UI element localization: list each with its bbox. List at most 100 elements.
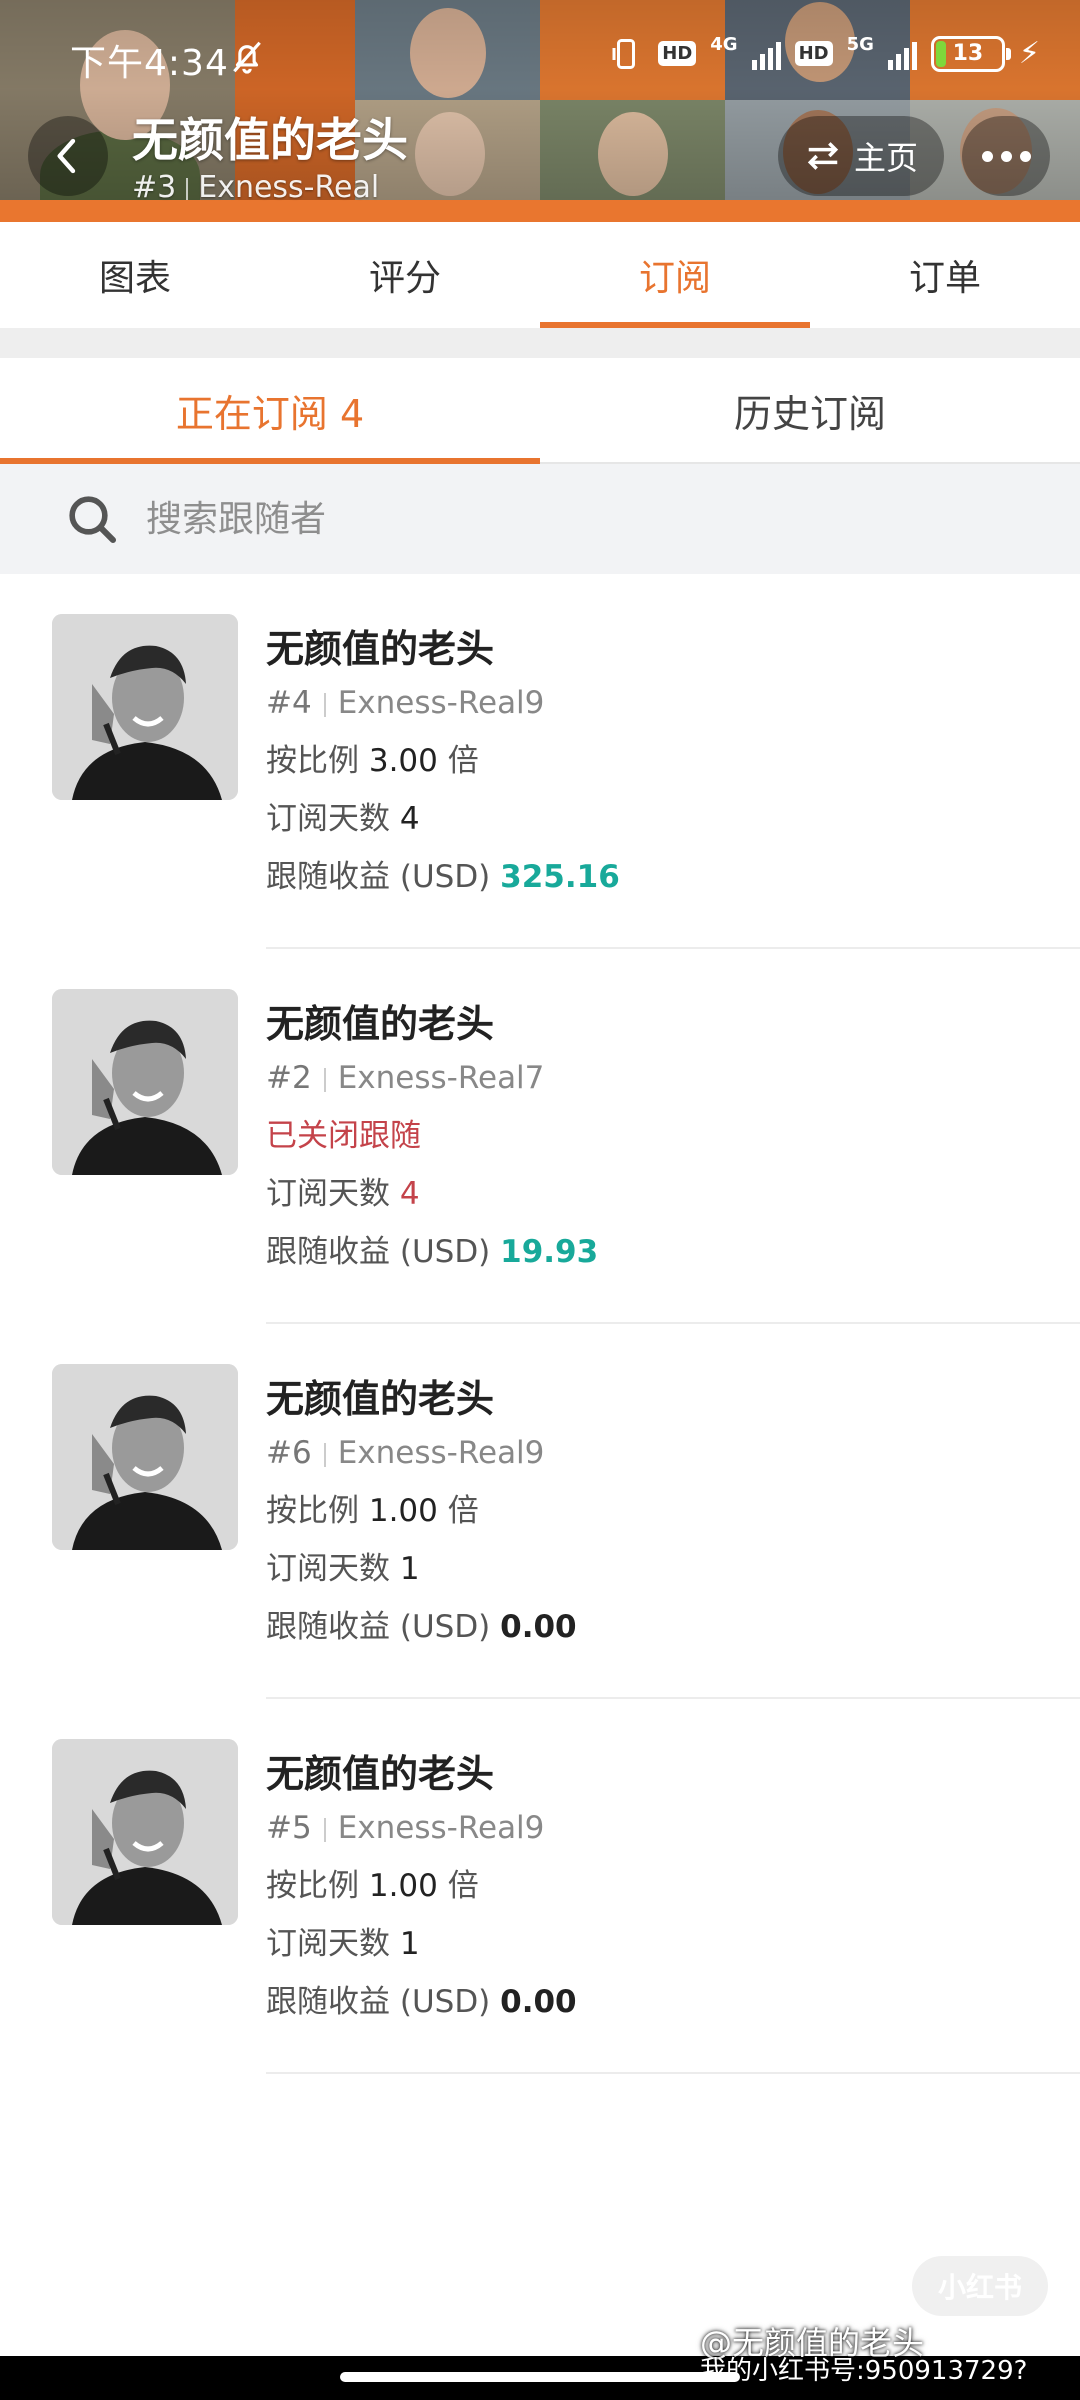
tab-subscription[interactable]: 订阅	[540, 222, 810, 328]
network-label: 4G	[710, 34, 738, 55]
item-account: Exness-Real9	[337, 1810, 545, 1846]
list-item[interactable]: 无颜值的老头 #4 Exness-Real9 按比例 3.00 倍 订阅天数 4 …	[0, 574, 1080, 949]
item-meta: #5 Exness-Real9	[266, 1799, 1080, 1857]
item-meta: #2 Exness-Real7	[266, 1049, 1080, 1107]
back-button[interactable]	[28, 116, 108, 196]
tab-chart[interactable]: 图表	[0, 222, 270, 328]
item-name: 无颜值的老头	[266, 627, 495, 671]
item-name: 无颜值的老头	[266, 1377, 495, 1421]
sub-tabs: 正在订阅 4 历史订阅	[0, 358, 1080, 464]
tab-active-subscriptions[interactable]: 正在订阅 4	[0, 358, 540, 464]
watermark-logo: 小红书	[912, 2256, 1048, 2316]
page-title: 无颜值的老头	[132, 113, 408, 167]
page-subtitle: #3 Exness-Real	[132, 170, 379, 205]
list-item[interactable]: 无颜值的老头 #2 Exness-Real7 已关闭跟随 订阅天数 4 跟随收益 …	[0, 949, 1080, 1324]
item-rank: #5	[266, 1810, 312, 1846]
more-button[interactable]	[962, 116, 1050, 196]
ratio-unit: 倍	[447, 1493, 479, 1529]
home-indicator[interactable]	[340, 2372, 740, 2382]
days-value: 1	[399, 1926, 420, 1962]
bell-muted-icon	[233, 41, 261, 74]
more-dot-icon	[1000, 150, 1012, 162]
header: 下午4:34 HD 4G HD 5G 13 ⚡ 无颜值的老头 #3 Exness…	[0, 0, 1080, 222]
item-days-row: 订阅天数 4	[266, 1165, 1080, 1223]
ratio-label: 按比例	[266, 743, 359, 779]
ratio-unit: 倍	[447, 1868, 479, 1904]
item-meta: #6 Exness-Real9	[266, 1424, 1080, 1482]
search-bar	[0, 464, 1080, 574]
battery-icon: 13	[930, 35, 1011, 72]
hd-badge: HD	[658, 41, 697, 66]
avatar	[52, 1739, 238, 1925]
item-status: 已关闭跟随	[266, 1118, 421, 1154]
days-label: 订阅天数	[266, 1926, 390, 1962]
ratio-value: 1.00	[368, 1493, 438, 1529]
profit-value: 0.00	[500, 1984, 577, 2020]
days-value: 4	[399, 1176, 420, 1212]
days-label: 订阅天数	[266, 1551, 390, 1587]
home-button[interactable]: 主页	[778, 116, 944, 196]
avatar	[52, 614, 238, 800]
item-rank: #4	[266, 685, 312, 721]
item-profit-row: 跟随收益 (USD) 19.93	[266, 1223, 1080, 1281]
ratio-label: 按比例	[266, 1493, 359, 1529]
more-dot-icon	[981, 150, 993, 162]
days-label: 订阅天数	[266, 801, 390, 837]
item-rank: #2	[266, 1060, 312, 1096]
ratio-value: 1.00	[368, 1868, 438, 1904]
status-time: 下午4:34	[70, 43, 229, 84]
item-ratio-row: 按比例 1.00 倍	[266, 1857, 1080, 1915]
subscription-list: 无颜值的老头 #4 Exness-Real9 按比例 3.00 倍 订阅天数 4 …	[0, 574, 1080, 2074]
main-tabs: 图表 评分 订阅 订单	[0, 222, 1080, 328]
tab-orders[interactable]: 订单	[810, 222, 1080, 328]
hd-badge: HD	[794, 41, 833, 66]
item-ratio-row: 按比例 3.00 倍	[266, 732, 1080, 790]
item-ratio-row: 按比例 1.00 倍	[266, 1482, 1080, 1540]
status-icons: HD 4G HD 5G 13 ⚡	[608, 34, 1040, 73]
item-days-row: 订阅天数 1	[266, 1915, 1080, 1973]
switch-icon	[807, 142, 839, 170]
charging-icon: ⚡	[1018, 36, 1040, 71]
home-label: 主页	[853, 139, 918, 177]
profit-label: 跟随收益 (USD)	[266, 1234, 491, 1270]
tab-history-subscriptions[interactable]: 历史订阅	[540, 358, 1080, 462]
rank-label: #3	[132, 170, 177, 205]
more-dot-icon	[1019, 150, 1031, 162]
item-profit-row: 跟随收益 (USD) 0.00	[266, 1973, 1080, 2031]
battery-level: 13	[952, 41, 984, 66]
signal-icon	[751, 38, 781, 70]
profit-label: 跟随收益 (USD)	[266, 859, 491, 895]
item-rank: #6	[266, 1435, 312, 1471]
signal-icon	[887, 38, 917, 70]
account-label: Exness-Real	[198, 170, 380, 205]
item-account: Exness-Real9	[337, 1435, 545, 1471]
search-input[interactable]	[146, 498, 946, 540]
item-profit-row: 跟随收益 (USD) 0.00	[266, 1598, 1080, 1656]
profit-label: 跟随收益 (USD)	[266, 1984, 491, 2020]
tab-rating[interactable]: 评分	[270, 222, 540, 328]
profit-value: 0.00	[500, 1609, 577, 1645]
network-label: 5G	[846, 34, 874, 55]
search-icon	[69, 496, 117, 544]
item-account: Exness-Real7	[337, 1060, 545, 1096]
vibrate-icon	[612, 38, 636, 69]
avatar	[52, 989, 238, 1175]
days-label: 订阅天数	[266, 1176, 390, 1212]
ratio-unit: 倍	[447, 743, 479, 779]
item-meta: #4 Exness-Real9	[266, 674, 1080, 732]
days-value: 4	[399, 801, 420, 837]
item-profit-row: 跟随收益 (USD) 325.16	[266, 848, 1080, 906]
ratio-label: 按比例	[266, 1868, 359, 1904]
ratio-value: 3.00	[368, 743, 438, 779]
profit-label: 跟随收益 (USD)	[266, 1609, 491, 1645]
item-name: 无颜值的老头	[266, 1002, 495, 1046]
avatar	[52, 1364, 238, 1550]
watermark-id: 我的小红书号:950913729?	[700, 2356, 1028, 2386]
profit-value: 325.16	[500, 859, 620, 895]
list-item[interactable]: 无颜值的老头 #5 Exness-Real9 按比例 1.00 倍 订阅天数 1 …	[0, 1699, 1080, 2074]
list-item[interactable]: 无颜值的老头 #6 Exness-Real9 按比例 1.00 倍 订阅天数 1 …	[0, 1324, 1080, 1699]
profit-value: 19.93	[500, 1234, 599, 1270]
days-value: 1	[399, 1551, 420, 1587]
chevron-left-icon	[57, 138, 76, 174]
item-days-row: 订阅天数 1	[266, 1540, 1080, 1598]
